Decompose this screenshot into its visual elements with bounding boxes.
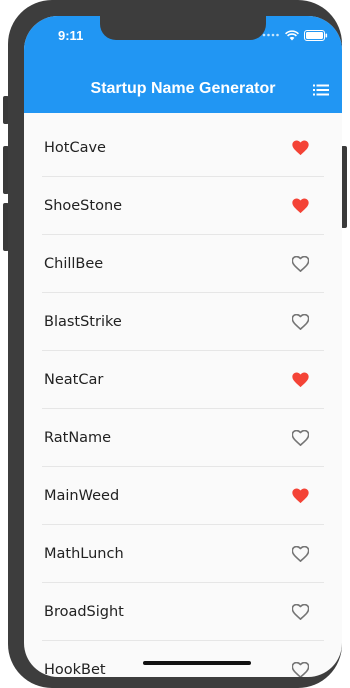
list-item[interactable]: HotCave xyxy=(42,119,324,177)
startup-name-label: MainWeed xyxy=(44,487,120,504)
list-item[interactable]: HookBet xyxy=(42,641,324,677)
startup-name-label: RatName xyxy=(44,429,112,446)
app-screen: 9:11 Startup Name Generator HotCave Shoe… xyxy=(24,16,342,677)
list-item[interactable]: RatName xyxy=(42,409,324,467)
phone-body: 9:11 Startup Name Generator HotCave Shoe… xyxy=(8,0,342,688)
saved-list-button[interactable] xyxy=(310,80,332,100)
wifi-icon xyxy=(285,29,299,40)
favorite-border-icon[interactable] xyxy=(290,429,310,447)
app-bar: 9:11 Startup Name Generator xyxy=(24,16,342,113)
favorite-border-icon[interactable] xyxy=(290,313,310,331)
list-item[interactable]: BroadSight xyxy=(42,583,324,641)
list-item[interactable]: BlastStrike xyxy=(42,293,324,351)
startup-name-label: MathLunch xyxy=(44,545,124,562)
startup-name-label: BlastStrike xyxy=(44,313,122,330)
favorite-border-icon[interactable] xyxy=(290,545,310,563)
startup-name-label: ChillBee xyxy=(44,255,104,272)
startup-name-label: HookBet xyxy=(44,662,106,677)
app-title: Startup Name Generator xyxy=(90,80,276,97)
list-item[interactable]: MathLunch xyxy=(42,525,324,583)
status-icons xyxy=(262,28,328,42)
list-icon xyxy=(313,84,329,96)
home-indicator xyxy=(143,661,251,665)
favorite-icon[interactable] xyxy=(290,487,310,505)
signal-dots-icon xyxy=(262,33,279,37)
list-item[interactable]: NeatCar xyxy=(42,351,324,409)
favorite-icon[interactable] xyxy=(290,371,310,389)
favorite-icon[interactable] xyxy=(290,197,310,215)
battery-icon xyxy=(304,29,328,41)
name-list: HotCave ShoeStone ChillBee BlastStrike NeatC… xyxy=(24,119,342,677)
favorite-border-icon[interactable] xyxy=(290,255,310,273)
startup-name-label: NeatCar xyxy=(44,371,104,388)
startup-name-label: ShoeStone xyxy=(44,197,123,214)
startup-name-label: HotCave xyxy=(44,139,106,156)
status-time: 9:11 xyxy=(58,28,84,43)
list-item[interactable]: MainWeed xyxy=(42,467,324,525)
favorite-border-icon[interactable] xyxy=(290,603,310,621)
device-frame: 9:11 Startup Name Generator HotCave Shoe… xyxy=(0,0,350,688)
list-item[interactable]: ShoeStone xyxy=(42,177,324,235)
favorite-border-icon[interactable] xyxy=(290,661,310,677)
favorite-icon[interactable] xyxy=(290,139,310,157)
list-item[interactable]: ChillBee xyxy=(42,235,324,293)
notch xyxy=(100,16,266,40)
startup-name-label: BroadSight xyxy=(44,603,124,620)
